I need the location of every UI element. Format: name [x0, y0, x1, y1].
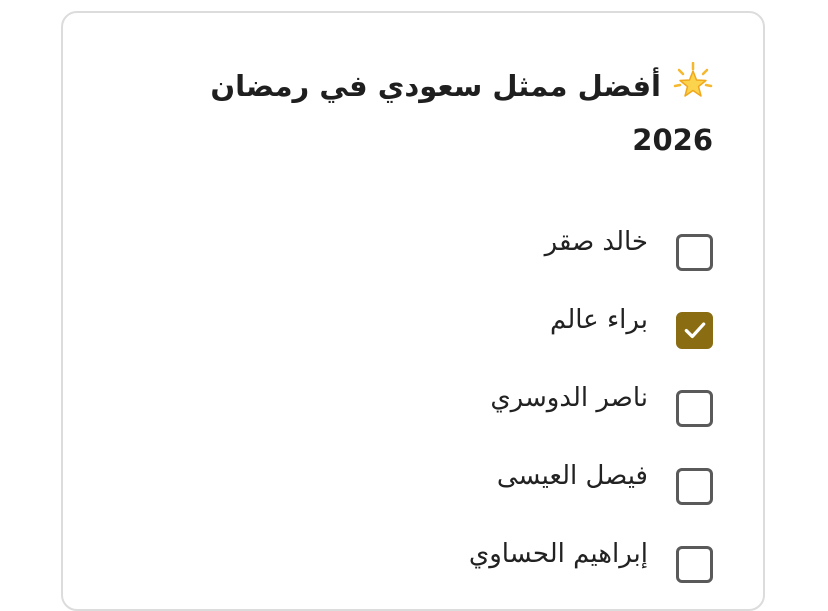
poll-options: خالد صقر براء عالم ناصر الدوسري فيصل الع…	[293, 210, 713, 600]
poll-card: أفضل ممثل سعودي في رمضان 2026 خالد صقر ب…	[61, 11, 765, 611]
poll-title-year: 2026	[632, 123, 713, 157]
poll-option[interactable]: إبراهيم الحساوي	[293, 522, 713, 600]
glowing-star-icon	[673, 62, 713, 97]
option-label: خالد صقر	[544, 227, 648, 257]
checkbox[interactable]	[676, 467, 713, 505]
checkbox[interactable]	[676, 233, 713, 271]
poll-title-text: أفضل ممثل سعودي في رمضان	[210, 69, 661, 103]
poll-option[interactable]: فيصل العيسى	[293, 444, 713, 522]
checkbox[interactable]	[676, 389, 713, 427]
poll-option[interactable]: ناصر الدوسري	[293, 366, 713, 444]
option-label: فيصل العيسى	[496, 461, 648, 491]
option-label: براء عالم	[550, 305, 648, 335]
option-label: ناصر الدوسري	[490, 383, 648, 413]
option-label: إبراهيم الحساوي	[468, 539, 648, 569]
checkbox[interactable]	[676, 311, 713, 349]
checkmark-icon	[684, 322, 705, 339]
poll-option[interactable]: براء عالم	[293, 288, 713, 366]
poll-option[interactable]: خالد صقر	[293, 210, 713, 288]
poll-title: أفضل ممثل سعودي في رمضان 2026	[173, 59, 713, 167]
checkbox[interactable]	[676, 545, 713, 583]
